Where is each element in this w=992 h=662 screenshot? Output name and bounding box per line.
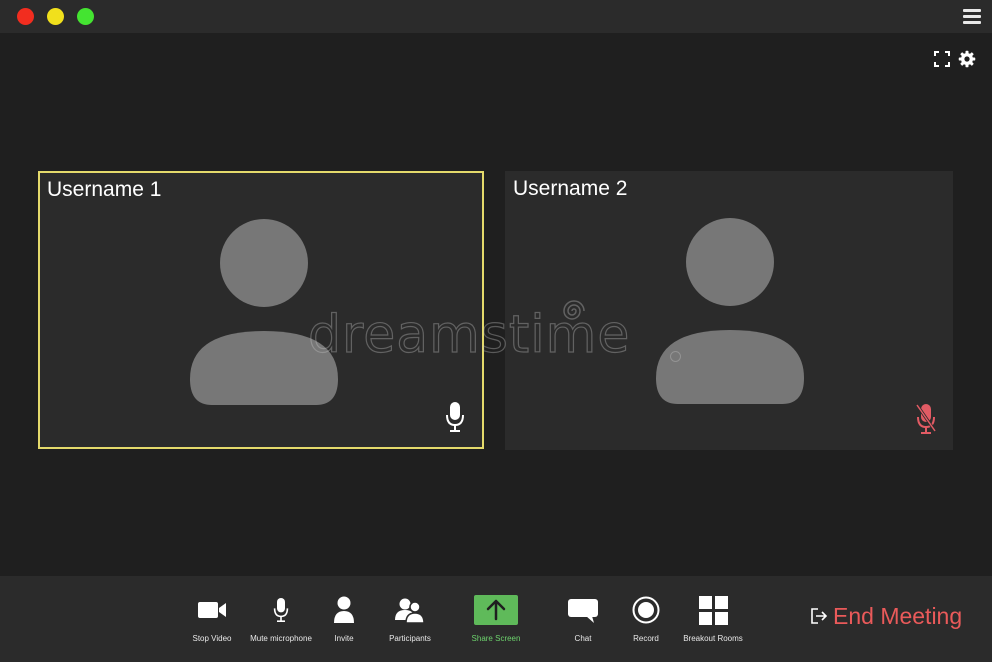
record-button[interactable]: Record (627, 594, 665, 643)
microphone-muted-icon (916, 404, 936, 434)
breakout-rooms-icon (698, 595, 728, 625)
chat-icon (568, 599, 598, 623)
gear-icon[interactable] (958, 50, 976, 68)
video-camera-icon (198, 602, 226, 618)
chat-button[interactable]: Chat (566, 594, 600, 643)
avatar-icon (190, 219, 338, 405)
window-maximize-button[interactable] (77, 8, 94, 25)
title-bar (0, 0, 992, 33)
window-close-button[interactable] (17, 8, 34, 25)
share-screen-button[interactable]: Share Screen (470, 594, 522, 643)
participant-name: Username 2 (513, 177, 628, 200)
record-icon (632, 596, 660, 624)
microphone-icon (273, 598, 289, 622)
microphone-on-icon (446, 402, 464, 432)
share-screen-icon (474, 595, 518, 625)
stop-video-button[interactable]: Stop Video (186, 594, 238, 643)
person-icon (334, 596, 354, 623)
menu-icon[interactable] (963, 9, 981, 24)
participants-button[interactable]: Participants (385, 594, 435, 643)
exit-icon (811, 608, 828, 624)
participant-name: Username 1 (47, 178, 162, 201)
breakout-rooms-button[interactable]: Breakout Rooms (683, 594, 743, 643)
end-meeting-button[interactable]: End Meeting (810, 601, 962, 631)
avatar-icon (656, 218, 804, 404)
fullscreen-icon[interactable] (934, 51, 950, 67)
end-meeting-label: End Meeting (833, 602, 963, 629)
mute-microphone-button[interactable]: Mute microphone (248, 594, 314, 643)
invite-button[interactable]: Invite (326, 594, 362, 643)
video-tile-2[interactable]: Username 2 (505, 171, 953, 450)
participants-icon (395, 598, 425, 623)
window-minimize-button[interactable] (47, 8, 64, 25)
video-tile-1[interactable]: Username 1 (38, 171, 484, 449)
